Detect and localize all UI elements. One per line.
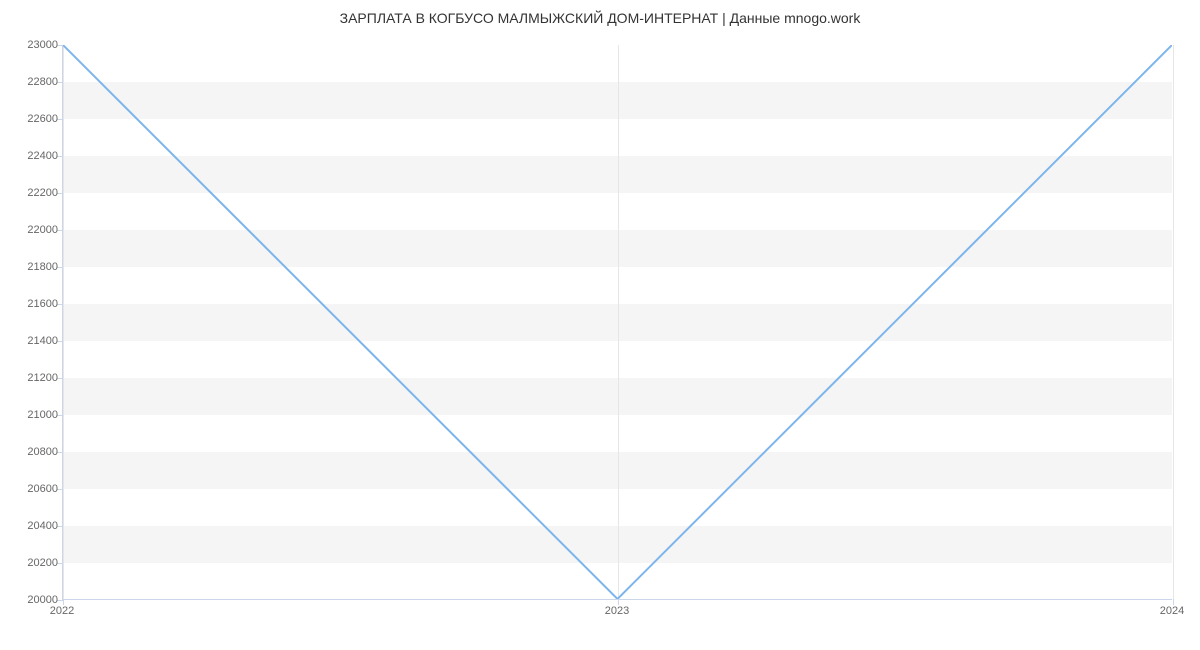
x-axis-label: 2024 <box>1160 605 1184 617</box>
y-axis-label: 22000 <box>8 224 58 236</box>
y-axis-label: 21000 <box>8 409 58 421</box>
x-axis-label: 2023 <box>605 605 629 617</box>
chart-title: ЗАРПЛАТА В КОГБУСО МАЛМЫЖСКИЙ ДОМ-ИНТЕРН… <box>0 10 1200 26</box>
y-axis-label: 22600 <box>8 113 58 125</box>
y-axis-label: 21800 <box>8 261 58 273</box>
y-axis-label: 20800 <box>8 446 58 458</box>
line-series <box>63 45 1172 599</box>
gridline-vertical <box>1173 45 1174 599</box>
y-axis-label: 20400 <box>8 520 58 532</box>
y-axis-label: 22400 <box>8 150 58 162</box>
y-axis-label: 21600 <box>8 298 58 310</box>
y-axis-label: 20200 <box>8 557 58 569</box>
plot-area <box>62 45 1172 600</box>
y-axis-label: 23000 <box>8 39 58 51</box>
chart-container: ЗАРПЛАТА В КОГБУСО МАЛМЫЖСКИЙ ДОМ-ИНТЕРН… <box>0 0 1200 650</box>
y-axis-label: 21200 <box>8 372 58 384</box>
x-axis-label: 2022 <box>50 605 74 617</box>
y-axis-label: 20600 <box>8 483 58 495</box>
y-axis-label: 22800 <box>8 76 58 88</box>
y-axis-label: 22200 <box>8 187 58 199</box>
y-axis-label: 21400 <box>8 335 58 347</box>
